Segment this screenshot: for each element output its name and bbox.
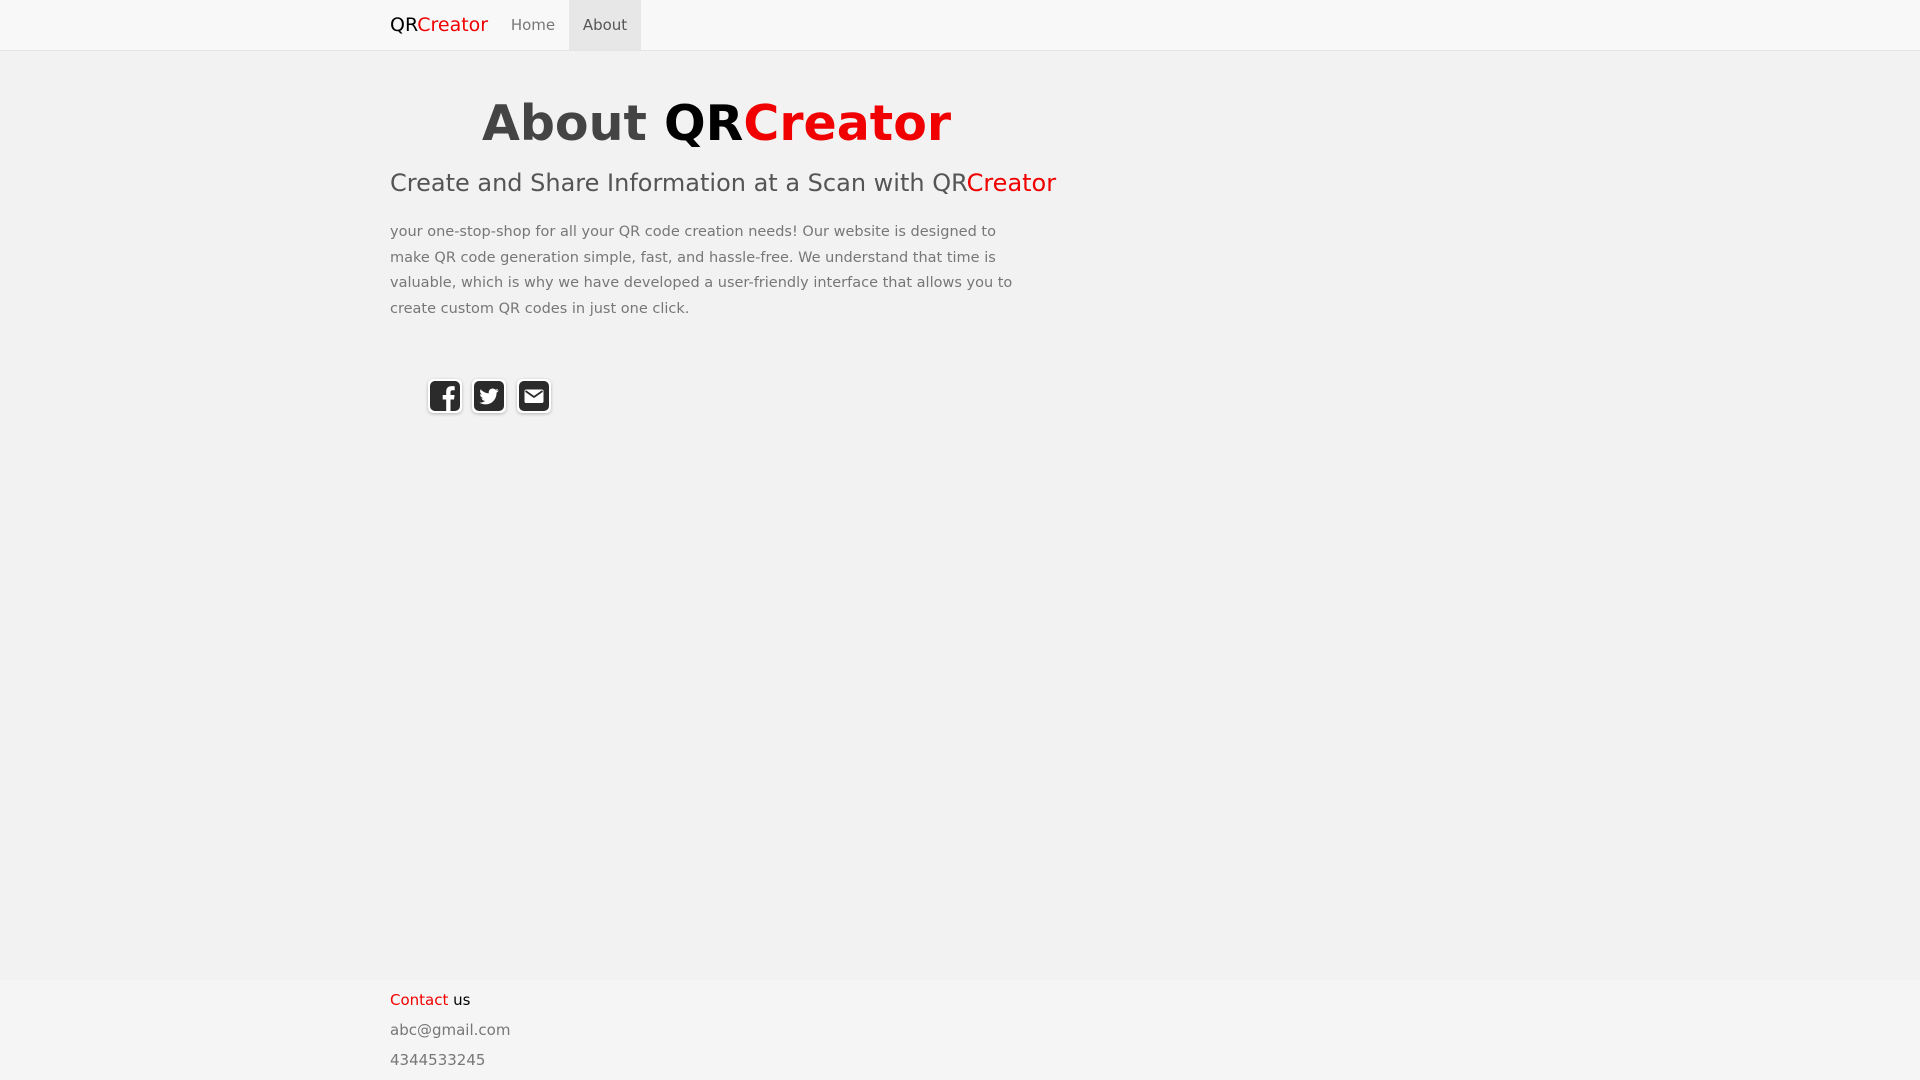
about-description: your one-stop-shop for all your QR code …: [390, 224, 1013, 317]
contact-accent: Contact: [390, 991, 449, 1009]
contact-heading: Contact us: [390, 990, 470, 1010]
contact-phone: 4344533245: [390, 1051, 486, 1069]
brand-prefix: QR: [390, 14, 418, 36]
title-brand-prefix: QR: [663, 95, 744, 152]
page-title: About QRCreator: [390, 94, 1043, 154]
facebook-icon: [430, 381, 460, 411]
contact-rest: us: [448, 991, 471, 1009]
nav-about[interactable]: About: [569, 0, 641, 50]
twitter-icon: [474, 381, 504, 411]
twitter-link[interactable]: [472, 379, 506, 413]
email-icon: [519, 381, 549, 411]
brand-accent: Creator: [417, 14, 489, 36]
email-link[interactable]: [517, 379, 551, 413]
brand-logo[interactable]: QRCreator: [390, 0, 488, 50]
subtitle-text: Create and Share Information at a Scan w…: [390, 169, 967, 197]
footer: Contact us abc@gmail.com 4344533245: [0, 980, 1920, 1080]
title-prefix: About: [481, 95, 647, 152]
title-brand-accent: Creator: [743, 95, 952, 152]
nav-home[interactable]: Home: [498, 0, 568, 50]
contact-email: abc@gmail.com: [390, 1021, 511, 1039]
page-subtitle: Create and Share Information at a Scan w…: [390, 166, 1056, 200]
navbar: QRCreator Home About: [0, 0, 1920, 51]
subtitle-accent: Creator: [966, 169, 1057, 197]
facebook-link[interactable]: [428, 379, 462, 413]
